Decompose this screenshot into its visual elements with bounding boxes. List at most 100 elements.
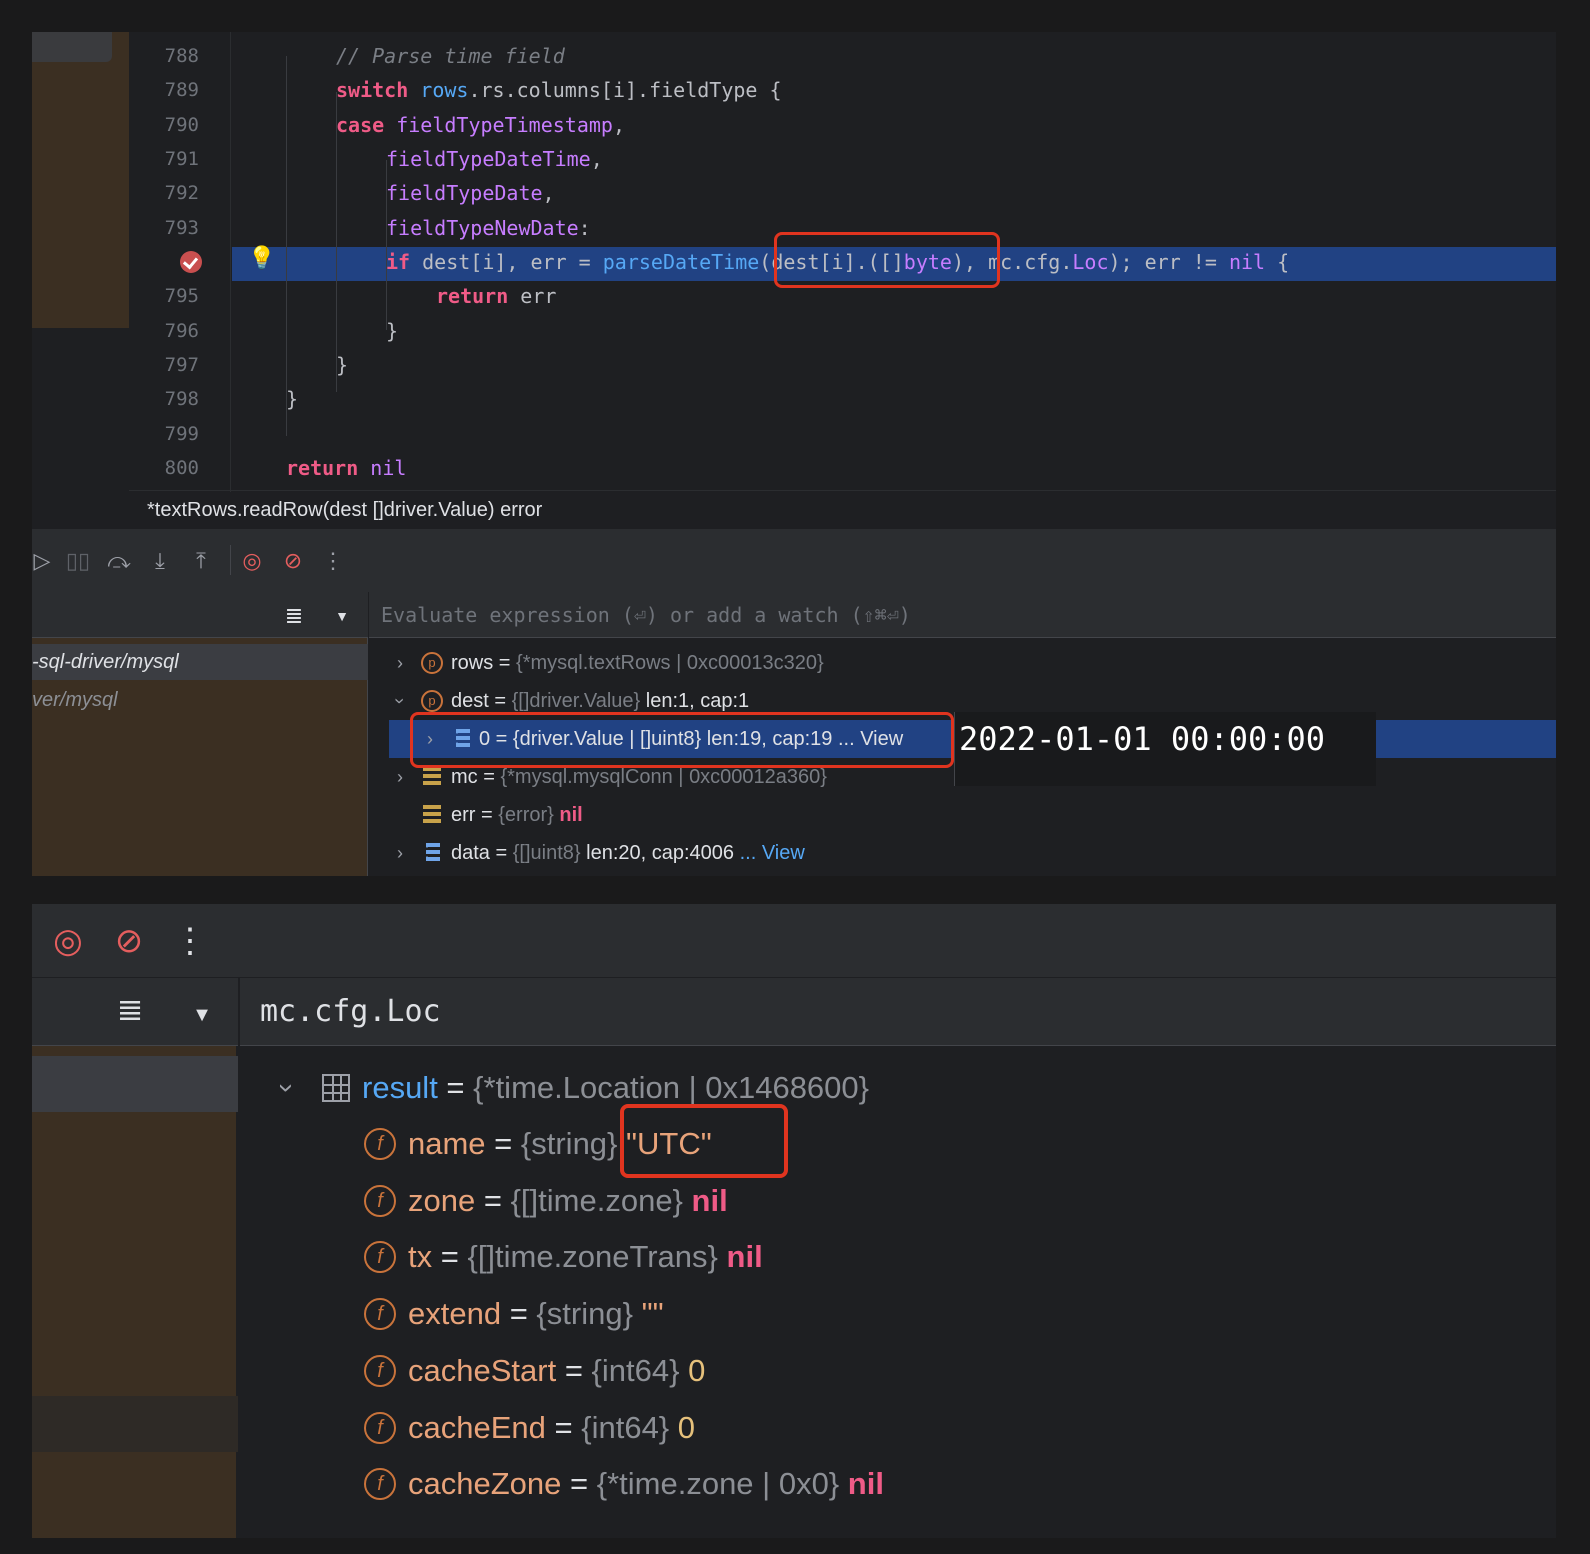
var-type: {[]uint8} (512, 842, 581, 864)
expand-chevron-icon[interactable]: › (391, 834, 409, 872)
line-number[interactable]: 789 (129, 73, 199, 107)
line-number[interactable]: 800 (129, 451, 199, 485)
parameter-icon: p (421, 652, 443, 674)
align-icon[interactable]: ≣ (110, 992, 150, 1026)
step-into-icon[interactable]: ⤓ (146, 547, 174, 575)
code-line-l800[interactable]: return nil (286, 451, 406, 485)
mute-breakpoints-icon[interactable]: ⊘ (279, 547, 307, 575)
code-token: dest[i], err = (410, 249, 603, 274)
dropdown-icon[interactable]: ▼ (328, 602, 356, 630)
code-token: { (1265, 249, 1290, 274)
dropdown-icon[interactable]: ▼ (182, 998, 222, 1032)
line-number[interactable]: 792 (129, 176, 199, 210)
frames-panel: ≣ ▼ -sql-driver/mysql ver/mysql (32, 592, 368, 876)
line-number[interactable]: 793 (129, 211, 199, 245)
resume-icon[interactable]: ▷ (32, 547, 56, 575)
field-name: name (408, 1126, 486, 1161)
field-value: 0 (688, 1352, 706, 1388)
frames-header: ≣ ▼ (32, 592, 368, 638)
code-token: nil (1228, 249, 1266, 274)
code-line-l796[interactable]: } (386, 314, 398, 348)
line-number[interactable]: 795 (129, 279, 199, 313)
field-space (683, 1183, 692, 1218)
field-type: {*time.zone | 0x0} (596, 1466, 840, 1502)
line-number[interactable]: 796 (129, 314, 199, 348)
line-number[interactable]: 791 (129, 142, 199, 176)
var-name: dest (451, 690, 489, 712)
value-tooltip: 2022-01-01 00:00:00 (954, 712, 1376, 786)
field-row-zone[interactable]: f zone = {[]time.zone} nil (240, 1173, 1556, 1229)
line-number[interactable]: 797 (129, 348, 199, 382)
evaluate-expression-input[interactable]: Evaluate expression (⏎) or add a watch (… (369, 592, 1556, 638)
frame-item-sql-driver[interactable]: -sql-driver/mysql (32, 644, 368, 680)
collapse-chevron-icon[interactable]: › (381, 692, 419, 710)
code-token: , (612, 112, 626, 137)
field-space (718, 1239, 727, 1274)
code-line-l795[interactable]: return err (436, 279, 556, 313)
field-name: cacheStart (408, 1352, 557, 1388)
var-row-err[interactable]: err = {error} nil (369, 796, 1556, 834)
bottom-frame-selected[interactable] (32, 1056, 238, 1112)
var-name: mc (451, 766, 478, 788)
code-token: .rs.columns[i].fieldType { (468, 78, 782, 103)
code-token: } (386, 318, 399, 343)
more-icon[interactable]: ⋮ (319, 547, 347, 575)
expression-input[interactable]: mc.cfg.Loc (240, 978, 1556, 1046)
collapse-chevron-icon[interactable]: › (259, 1079, 315, 1097)
view-link[interactable]: ... View (734, 842, 805, 864)
code-line-l797[interactable]: } (336, 348, 348, 382)
code-line-l789[interactable]: switch rows.rs.columns[i].fieldType { (336, 73, 782, 107)
var-row-data[interactable]: › data = {[]uint8} len:20, cap:4006 ... … (369, 834, 1556, 872)
code-token: if (386, 249, 411, 274)
line-number[interactable]: 790 (129, 108, 199, 142)
align-icon[interactable]: ≣ (280, 602, 308, 630)
field-row-cacheZone[interactable]: f cacheZone = {*time.zone | 0x0} nil (240, 1456, 1556, 1512)
code-line-l798[interactable]: } (286, 382, 298, 416)
var-type: {*mysql.mysqlConn | 0xc00012a360} (500, 766, 827, 788)
frame-item-mysql[interactable]: ver/mysql (32, 682, 368, 718)
field-row-extend[interactable]: f extend = {string} "" (240, 1286, 1556, 1342)
field-name: zone (408, 1182, 476, 1218)
field-row-name[interactable]: f name = {string} "UTC" (240, 1116, 1556, 1172)
field-row-cacheEnd[interactable]: f cacheEnd = {int64} 0 (240, 1400, 1556, 1456)
breadcrumb[interactable]: *textRows.readRow(dest []driver.Value) e… (129, 490, 1556, 528)
code-token: err (508, 284, 557, 309)
var-type: {*mysql.textRows | 0xc00013c320} (516, 652, 824, 674)
code-line-l791[interactable]: fieldTypeDateTime, (386, 142, 603, 176)
code-line-l792[interactable]: fieldTypeDate, (386, 176, 555, 210)
line-number[interactable]: 788 (129, 39, 199, 73)
code-line-l793[interactable]: fieldTypeNewDate: (386, 211, 591, 245)
field-icon: f (364, 1298, 396, 1331)
step-out-icon[interactable]: ⤒ (187, 547, 215, 575)
expand-chevron-icon[interactable]: › (391, 758, 409, 796)
code-token: // Parse time field (336, 44, 565, 68)
step-over-icon[interactable]: ⤼ (105, 547, 133, 575)
code-token: Loc (1072, 249, 1109, 274)
breakpoint-icon[interactable] (180, 251, 202, 273)
field-row-tx[interactable]: f tx = {[]time.zoneTrans} nil (240, 1229, 1556, 1285)
code-token: fieldTypeDate (386, 181, 543, 206)
bottom-toolbar: ◎ ⊘ ⋮ (32, 904, 1556, 978)
line-number[interactable]: 799 (129, 417, 199, 451)
field-space (669, 1410, 678, 1445)
mute-breakpoints-icon[interactable]: ⊘ (109, 924, 149, 958)
bottom-frame-item[interactable] (32, 1396, 238, 1452)
view-breakpoints-icon[interactable]: ◎ (238, 547, 266, 575)
code-line-l788[interactable]: // Parse time field (336, 39, 565, 73)
field-eq: = (475, 1182, 511, 1218)
more-icon[interactable]: ⋮ (170, 924, 210, 958)
field-row-cacheStart[interactable]: f cacheStart = {int64} 0 (240, 1343, 1556, 1399)
var-row-rows[interactable]: › p rows = {*mysql.textRows | 0xc00013c3… (369, 644, 1556, 682)
pause-icon[interactable]: ▯▯ (64, 547, 92, 575)
code-line-l790[interactable]: case fieldTypeTimestamp, (336, 108, 625, 142)
field-eq: = (545, 1409, 582, 1445)
expand-chevron-icon[interactable]: › (391, 644, 409, 682)
code-token: fieldTypeDateTime (386, 146, 591, 171)
project-tab[interactable] (32, 32, 112, 62)
field-type: {int64} (591, 1352, 680, 1388)
lightbulb-icon[interactable]: 💡 (248, 245, 275, 271)
view-breakpoints-icon[interactable]: ◎ (48, 924, 88, 958)
result-row[interactable]: › result = {*time.Location | 0x1468600} (240, 1060, 1556, 1116)
line-number[interactable]: 798 (129, 382, 199, 416)
